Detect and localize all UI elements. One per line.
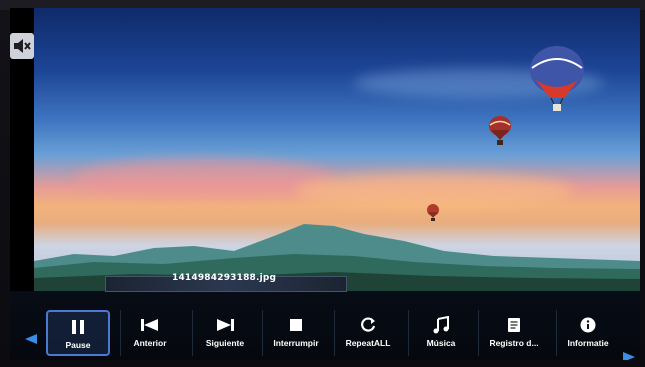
hot-air-balloon-small [427,204,439,221]
document-icon [479,315,549,335]
record-label: Registro d... [489,338,539,348]
hot-air-balloon-medium [489,116,511,145]
repeat-all-label: RepeatALL [345,338,391,348]
stop-button[interactable]: Interrumpir [262,310,329,356]
scroll-right-arrow-icon[interactable] [622,352,636,360]
filename-label: 1414984293188.jpg [172,273,277,283]
media-player-screen: 1414984293188.jpg Pause Anterior Siguien… [10,8,640,360]
info-label: Informatie [567,338,609,348]
pause-button[interactable]: Pause [46,310,110,356]
previous-label: Anterior [133,338,167,348]
pause-label: Pause [65,340,91,350]
pause-icon [48,317,108,337]
info-button[interactable]: Informatie [556,310,619,356]
scroll-left-arrow-icon[interactable] [24,334,38,344]
music-button[interactable]: Música [408,310,473,356]
next-icon [193,315,257,335]
music-note-icon [409,315,473,335]
record-button[interactable]: Registro d... [478,310,549,356]
repeat-all-button[interactable]: RepeatALL [334,310,401,356]
next-label: Siguiente [205,338,245,348]
mute-indicator[interactable] [10,33,34,59]
repeat-icon [335,315,401,335]
stop-icon [263,315,329,335]
hot-air-balloon-large [530,46,584,111]
tv-screen-photo: 1414984293188.jpg Pause Anterior Siguien… [0,0,645,367]
info-icon [557,315,619,335]
stop-label: Interrumpir [273,338,319,348]
next-button[interactable]: Siguiente [192,310,257,356]
music-label: Música [426,338,456,348]
speaker-mute-icon [14,39,31,53]
previous-button[interactable]: Anterior [120,310,179,356]
previous-icon [121,315,179,335]
